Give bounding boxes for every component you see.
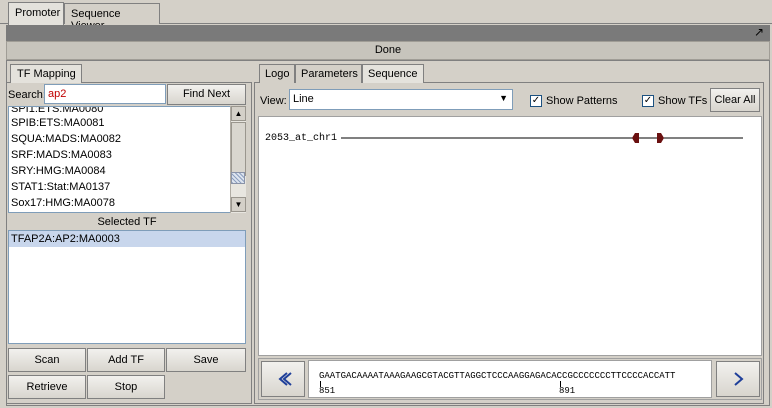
done-button[interactable]: Done [6, 41, 770, 60]
tf-site-marker[interactable] [632, 133, 639, 143]
list-item[interactable]: SRY:HMG:MA0084 [9, 163, 106, 179]
tab-promoter-label: Promoter [15, 7, 61, 19]
top-tab-strip: Promoter Sequence Viewer [0, 0, 772, 32]
tf-list[interactable]: SPI1:ETS:MA0080 SPIB:ETS:MA0081 SQUA:MAD… [8, 106, 246, 213]
list-item[interactable]: Sox17:HMG:MA0078 [9, 195, 115, 211]
show-patterns-label: Show Patterns [546, 95, 618, 107]
tab-parameters[interactable]: Parameters [295, 64, 362, 83]
scroll-grip-icon [231, 172, 245, 184]
find-next-button[interactable]: Find Next [167, 84, 246, 105]
tab-sequence-viewer[interactable]: Sequence Viewer [64, 3, 160, 32]
retrieve-button[interactable]: Retrieve [8, 375, 86, 399]
tf-list-scrollbar[interactable]: ▲ ▼ [230, 106, 246, 213]
selected-tf-header: Selected TF [8, 214, 246, 230]
scroll-up-icon[interactable]: ▲ [231, 106, 246, 121]
scroll-down-icon[interactable]: ▼ [231, 197, 246, 212]
view-select[interactable]: Line ▼ [289, 89, 513, 110]
prev-button[interactable] [261, 361, 305, 397]
view-select-value: Line [293, 93, 314, 105]
tab-tf-mapping[interactable]: TF Mapping [10, 64, 82, 83]
sequence-line-graphic [341, 133, 743, 143]
view-label: View: [260, 95, 287, 107]
tab-tf-mapping-label: TF Mapping [17, 68, 76, 80]
clear-all-button[interactable]: Clear All [710, 88, 760, 112]
ruler-label: 851 [319, 386, 336, 396]
list-item[interactable]: SQUA:MADS:MA0082 [9, 131, 121, 147]
tab-promoter[interactable]: Promoter [8, 2, 64, 25]
list-item[interactable]: SPIB:ETS:MA0081 [9, 115, 105, 131]
show-tfs-checkbox[interactable]: ✓ [642, 95, 654, 107]
tf-site-marker[interactable] [657, 133, 664, 143]
selected-tf-item[interactable]: TFAP2A:AP2:MA0003 [9, 231, 245, 247]
show-patterns-checkbox[interactable]: ✓ [530, 95, 542, 107]
dropdown-arrow-icon[interactable]: ▼ [499, 93, 508, 103]
maximize-icon[interactable]: ↗ [754, 26, 764, 38]
tab-parameters-label: Parameters [301, 68, 358, 80]
list-item[interactable]: SRF:MADS:MA0083 [9, 147, 112, 163]
chevron-right-icon [734, 372, 744, 386]
tab-sequence[interactable]: Sequence [362, 64, 424, 83]
list-item[interactable]: STAT1:Stat:MA0137 [9, 179, 110, 195]
tab-logo[interactable]: Logo [259, 64, 295, 83]
tab-logo-label: Logo [265, 68, 290, 80]
next-button[interactable] [716, 361, 760, 397]
ruler-label: 891 [559, 386, 576, 396]
panel-title-bar: ↗ [6, 25, 770, 41]
sequence-canvas[interactable]: 2053_at_chr1 [258, 116, 762, 356]
double-chevron-left-icon [278, 372, 292, 386]
search-label: Search: [8, 89, 46, 101]
add-tf-button[interactable]: Add TF [87, 348, 165, 372]
tab-sequence-label: Sequence [368, 68, 418, 80]
scroll-thumb[interactable] [231, 122, 246, 176]
sequence-text: GAATGACAAAATAAAGAAGCGTACGTTAGGCTCCCAAGGA… [319, 371, 676, 381]
save-button[interactable]: Save [166, 348, 246, 372]
show-tfs-label: Show TFs [658, 95, 708, 107]
sequence-strip[interactable]: GAATGACAAAATAAAGAAGCGTACGTTAGGCTCCCAAGGA… [308, 360, 712, 398]
search-input[interactable] [44, 84, 166, 104]
scan-button[interactable]: Scan [8, 348, 86, 372]
selected-tf-list[interactable]: TFAP2A:AP2:MA0003 [8, 230, 246, 344]
stop-button[interactable]: Stop [87, 375, 165, 399]
